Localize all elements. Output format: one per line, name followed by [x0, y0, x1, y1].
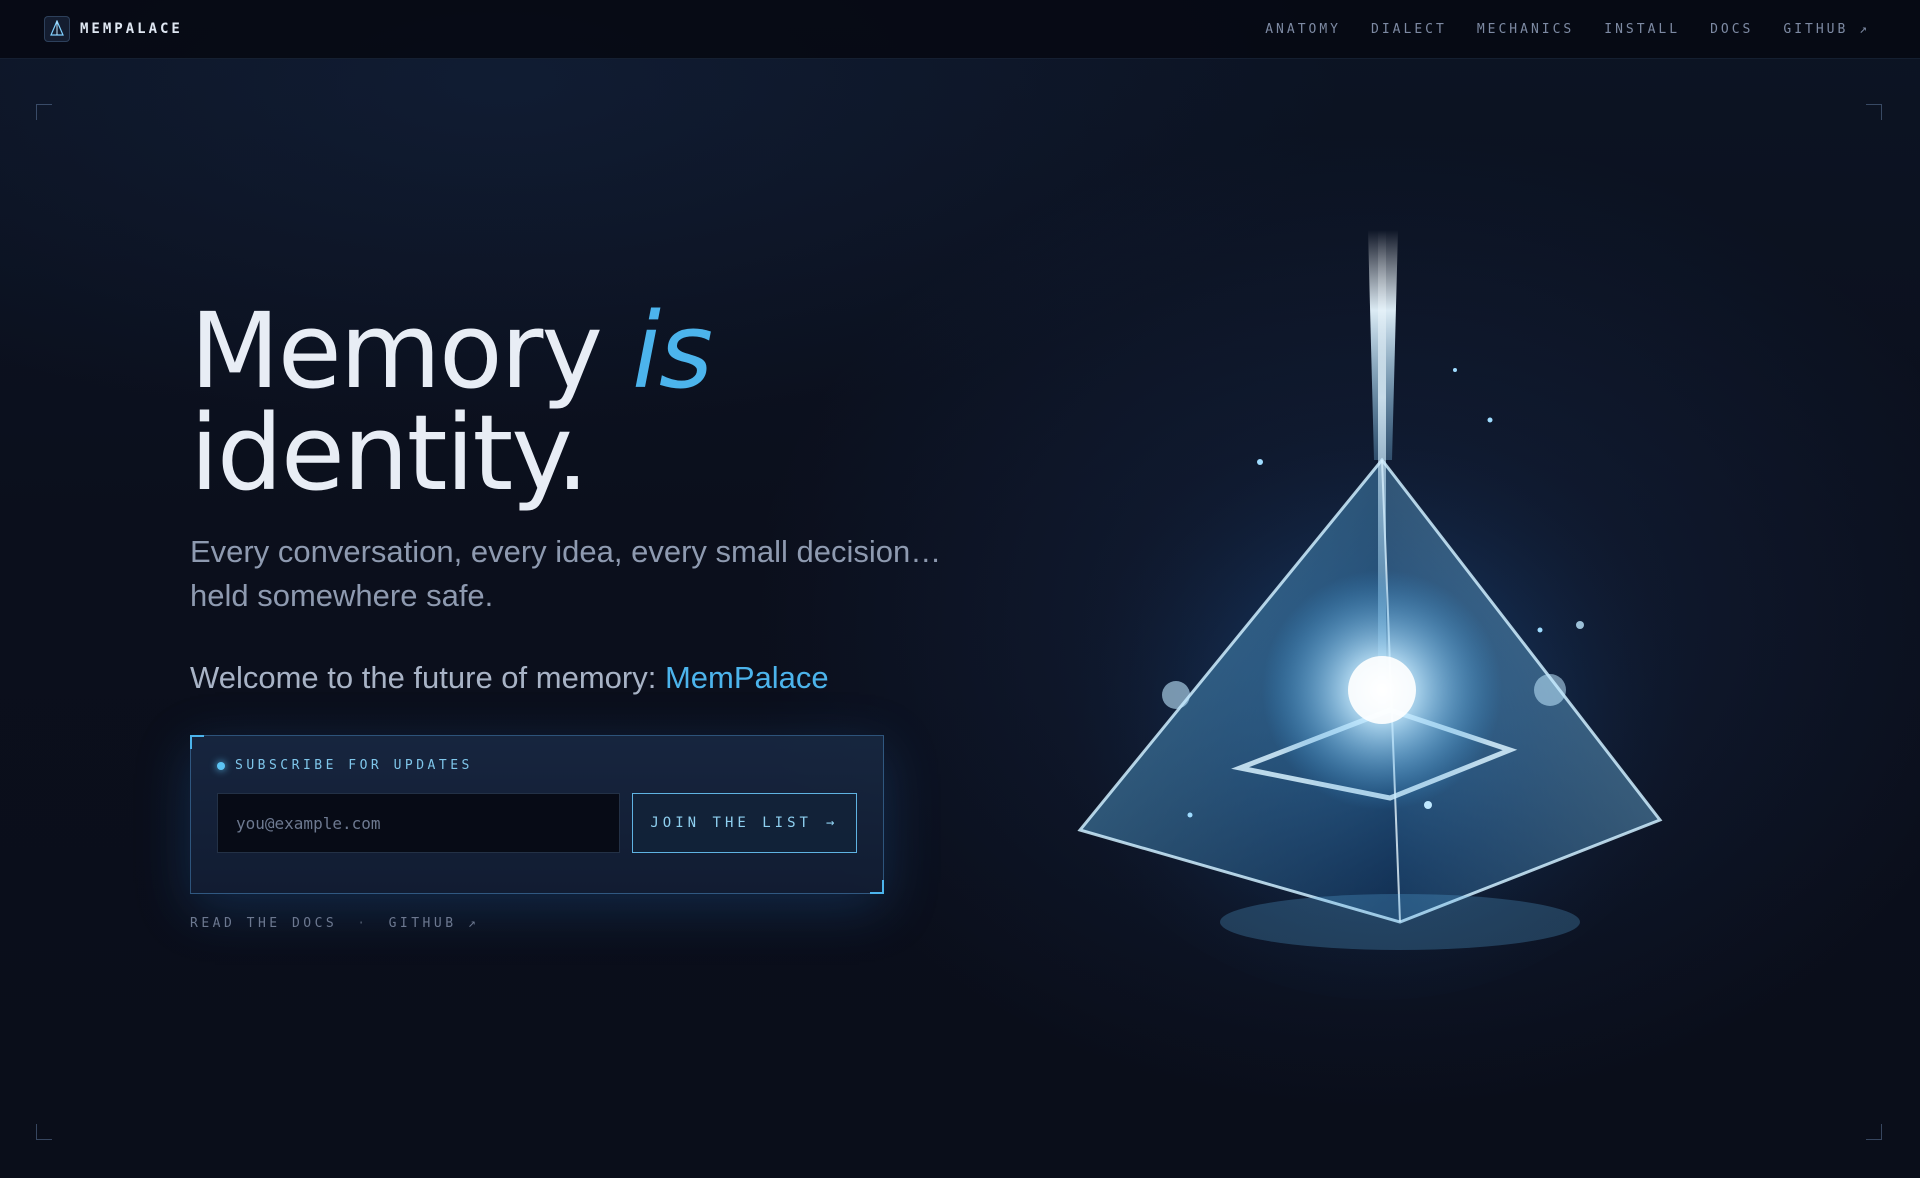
hero-text: Memory is identity. Every conversation, …: [190, 299, 970, 696]
join-button-label: JOIN THE LIST: [650, 815, 812, 831]
join-list-button[interactable]: JOIN THE LIST →: [631, 793, 857, 853]
pyramid-logo-icon: [44, 16, 70, 42]
nav-link-docs[interactable]: DOCS: [1710, 22, 1753, 37]
secondary-links: READ THE DOCS · GITHUB ↗: [190, 916, 479, 931]
glowing-pyramid-illustration: [1040, 230, 1720, 1000]
subscribe-label-text: SUBSCRIBE FOR UPDATES: [235, 758, 473, 773]
nav-link-install[interactable]: INSTALL: [1604, 22, 1680, 37]
corner-bracket-bottom-left: [36, 1124, 52, 1140]
subtitle-line-2: held somewhere safe.: [190, 578, 494, 613]
corner-bracket-top-left: [36, 104, 52, 120]
arrow-right-icon: →: [825, 815, 839, 831]
headline-word-identity: identity.: [190, 392, 589, 514]
corner-bracket-top-right: [1866, 104, 1882, 120]
corner-bracket-bottom-right: [1866, 1124, 1882, 1140]
subtitle-line-1: Every conversation, every idea, every sm…: [190, 534, 942, 569]
headline-accent: is: [632, 290, 713, 412]
nav-links: ANATOMY DIALECT MECHANICS INSTALL DOCS G…: [1265, 22, 1870, 37]
brand-name: MEMPALACE: [80, 21, 183, 37]
subscribe-card: SUBSCRIBE FOR UPDATES JOIN THE LIST →: [190, 735, 884, 894]
email-input[interactable]: [217, 793, 620, 853]
welcome-brand: MemPalace: [664, 660, 829, 695]
status-dot-icon: [217, 761, 225, 770]
github-link[interactable]: GITHUB ↗: [389, 916, 480, 931]
subscribe-label: SUBSCRIBE FOR UPDATES: [217, 758, 857, 773]
subscribe-form: JOIN THE LIST →: [217, 793, 857, 853]
link-separator: ·: [357, 916, 369, 931]
landing-page: MEMPALACE ANATOMY DIALECT MECHANICS INST…: [0, 0, 1920, 1178]
nav-link-dialect[interactable]: DIALECT: [1371, 22, 1447, 37]
headline: Memory is identity.: [190, 299, 970, 505]
top-nav: MEMPALACE ANATOMY DIALECT MECHANICS INST…: [0, 0, 1920, 59]
read-docs-link[interactable]: READ THE DOCS: [190, 916, 337, 931]
welcome-line: Welcome to the future of memory: MemPala…: [190, 660, 970, 696]
hero-subtitle: Every conversation, every idea, every sm…: [190, 530, 950, 618]
welcome-text: Welcome to the future of memory:: [190, 660, 657, 695]
nav-link-github[interactable]: GITHUB ↗: [1783, 22, 1870, 37]
nav-link-anatomy[interactable]: ANATOMY: [1265, 22, 1341, 37]
nav-link-mechanics[interactable]: MECHANICS: [1477, 22, 1574, 37]
brand[interactable]: MEMPALACE: [44, 16, 183, 42]
